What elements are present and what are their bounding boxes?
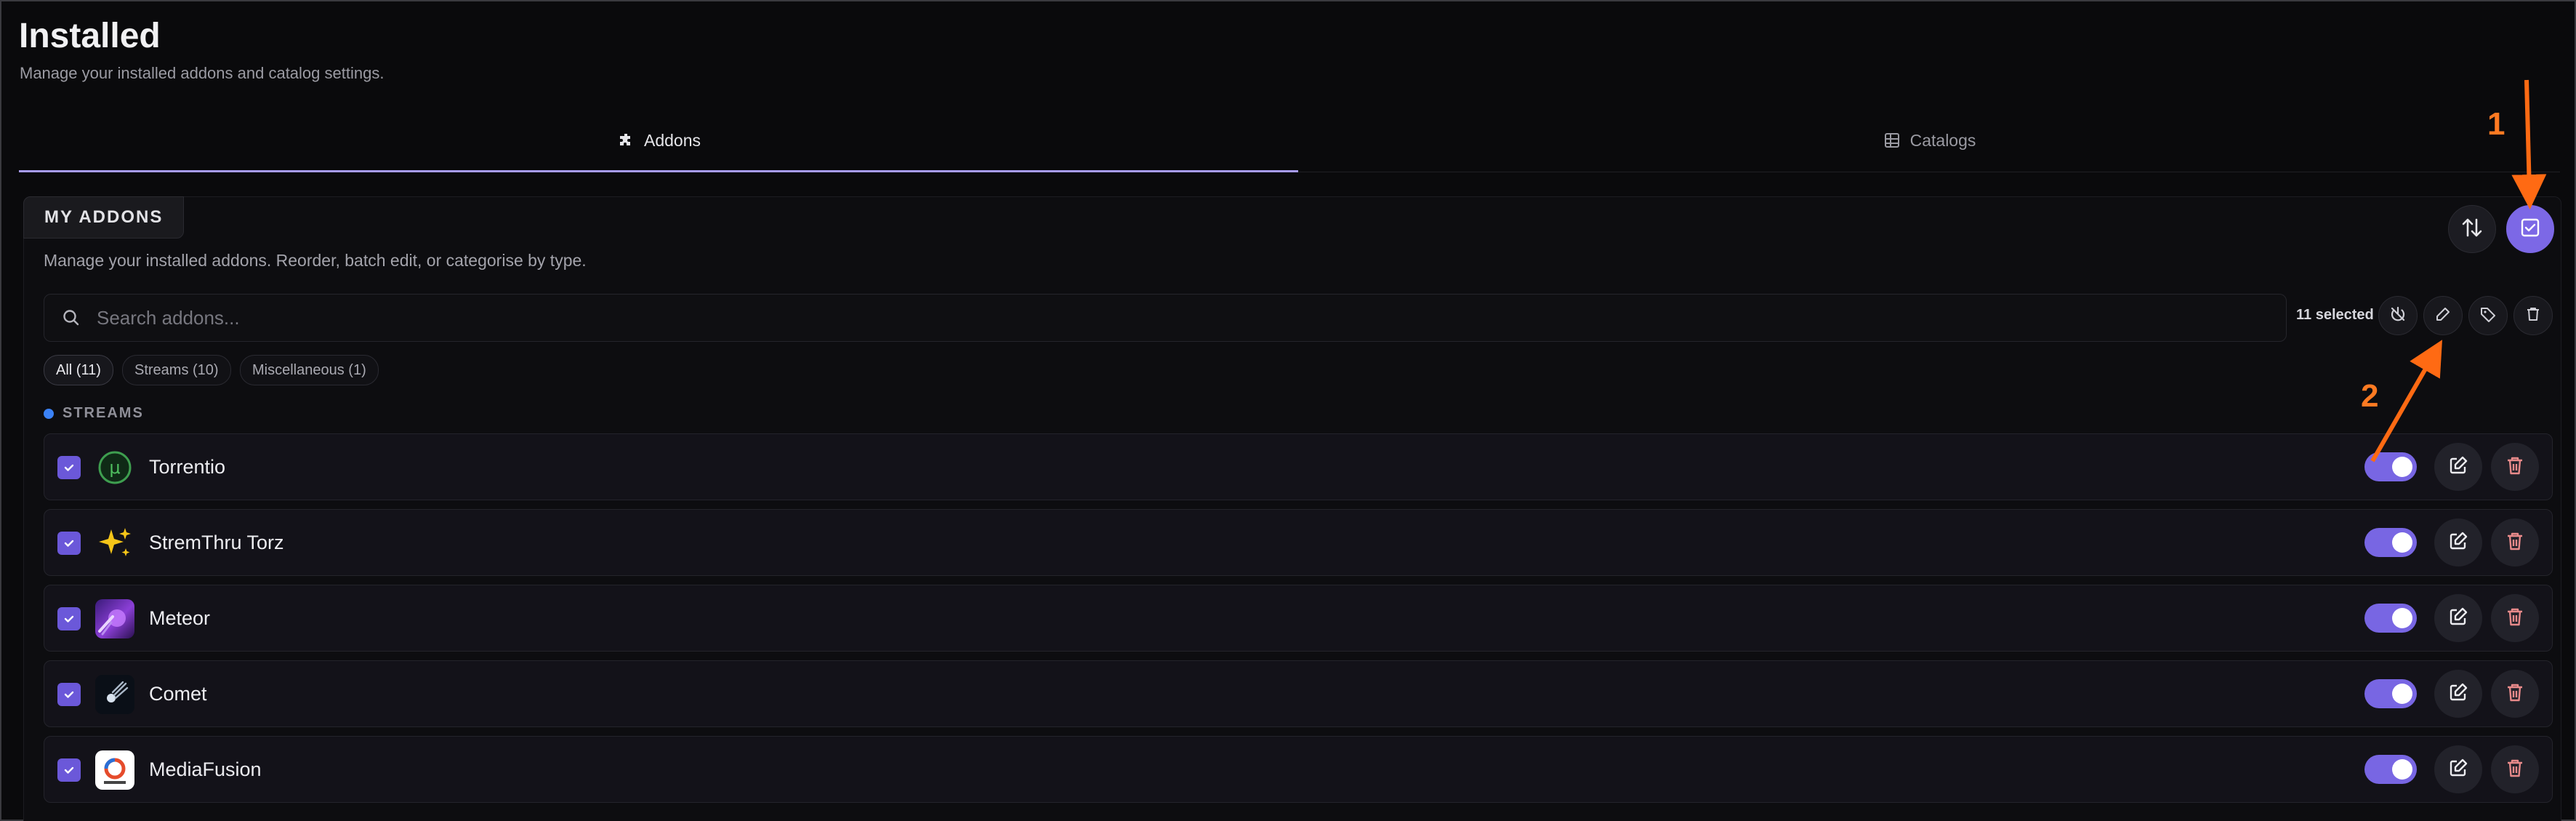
tab-addons-label: Addons — [643, 130, 701, 150]
annotation-label-2: 2 — [2361, 378, 2379, 414]
comet-logo-icon — [95, 675, 134, 714]
edit-button[interactable] — [2434, 670, 2482, 718]
row-checkbox[interactable] — [57, 607, 81, 630]
sort-arrows-icon — [2460, 215, 2484, 244]
tab-addons[interactable]: Addons — [19, 111, 1298, 172]
addon-row[interactable]: μ Torrentio — [44, 433, 2553, 500]
row-checkbox[interactable] — [57, 456, 81, 479]
svg-text:μ: μ — [109, 457, 120, 478]
trash-icon — [2504, 530, 2526, 556]
enable-toggle[interactable] — [2364, 528, 2417, 557]
page-subtitle: Manage your installed addons and catalog… — [20, 64, 385, 82]
annotation-label-1: 1 — [2487, 106, 2505, 142]
installed-page: Installed Manage your installed addons a… — [0, 0, 2576, 821]
search-icon — [62, 308, 82, 328]
edit-button[interactable] — [2434, 594, 2482, 642]
grid-icon — [1883, 131, 1901, 150]
delete-button[interactable] — [2491, 745, 2539, 793]
enable-toggle[interactable] — [2364, 679, 2417, 708]
trash-icon — [2504, 606, 2526, 631]
edit-icon — [2447, 454, 2469, 480]
edit-button[interactable] — [2434, 518, 2482, 566]
row-checkbox[interactable] — [57, 683, 81, 706]
addon-name: StremThru Torz — [149, 532, 284, 553]
selected-count: 11 selected — [2296, 307, 2374, 323]
delete-button[interactable] — [2491, 518, 2539, 566]
meteor-logo-icon — [95, 599, 134, 638]
bulk-edit-button[interactable] — [2423, 296, 2463, 335]
sort-button[interactable] — [2448, 205, 2496, 253]
addon-name: Comet — [149, 683, 207, 705]
trash-icon — [2524, 305, 2542, 327]
tab-catalogs-label: Catalogs — [1909, 130, 1976, 150]
mediafusion-logo-icon — [95, 750, 134, 790]
delete-button[interactable] — [2491, 594, 2539, 642]
sparkles-icon — [95, 524, 134, 563]
addon-row[interactable]: MediaFusion — [44, 736, 2553, 803]
addon-row[interactable]: StremThru Torz — [44, 509, 2553, 576]
bulk-disable-button[interactable] — [2378, 296, 2418, 335]
trash-icon — [2504, 757, 2526, 782]
addon-name: MediaFusion — [149, 758, 262, 780]
bulk-tag-button[interactable] — [2468, 296, 2508, 335]
enable-toggle[interactable] — [2364, 755, 2417, 784]
section-dot — [44, 408, 54, 419]
addon-row[interactable]: Comet — [44, 660, 2553, 727]
filter-streams[interactable]: Streams (10) — [122, 355, 231, 385]
trash-icon — [2504, 454, 2526, 480]
edit-button[interactable] — [2434, 745, 2482, 793]
addon-name: Torrentio — [149, 456, 226, 478]
edit-icon — [2447, 681, 2469, 707]
row-checkbox[interactable] — [57, 758, 81, 782]
utorrent-mu-icon: μ — [95, 448, 134, 487]
addon-name: Meteor — [149, 607, 211, 629]
delete-button[interactable] — [2491, 670, 2539, 718]
panel-title: MY ADDONS — [23, 196, 185, 239]
edit-icon — [2447, 606, 2469, 631]
tag-icon — [2479, 305, 2497, 327]
edit-button[interactable] — [2434, 443, 2482, 491]
delete-button[interactable] — [2491, 443, 2539, 491]
search-bar — [44, 294, 2287, 342]
trash-icon — [2504, 681, 2526, 707]
addon-row[interactable]: Meteor — [44, 585, 2553, 652]
edit-icon — [2447, 530, 2469, 556]
tab-catalogs[interactable]: Catalogs — [1298, 111, 2560, 170]
page-title: Installed — [19, 17, 161, 55]
bulk-delete-button[interactable] — [2513, 296, 2553, 335]
section-label: STREAMS — [63, 405, 144, 421]
search-input[interactable] — [95, 305, 2286, 330]
row-checkbox[interactable] — [57, 532, 81, 555]
puzzle-icon — [616, 131, 635, 150]
pencil-icon — [2434, 305, 2452, 327]
panel-description: Manage your installed addons. Reorder, b… — [44, 251, 587, 270]
filter-miscellaneous[interactable]: Miscellaneous (1) — [240, 355, 379, 385]
edit-icon — [2447, 757, 2469, 782]
section-streams: STREAMS — [44, 405, 144, 422]
tab-bar: Addons Catalogs — [19, 111, 2560, 172]
checkbox-select-icon — [2519, 217, 2541, 242]
disable-icon — [2389, 305, 2407, 327]
enable-toggle[interactable] — [2364, 452, 2417, 481]
select-mode-button[interactable] — [2506, 205, 2554, 253]
enable-toggle[interactable] — [2364, 604, 2417, 633]
filter-all[interactable]: All (11) — [44, 355, 113, 385]
